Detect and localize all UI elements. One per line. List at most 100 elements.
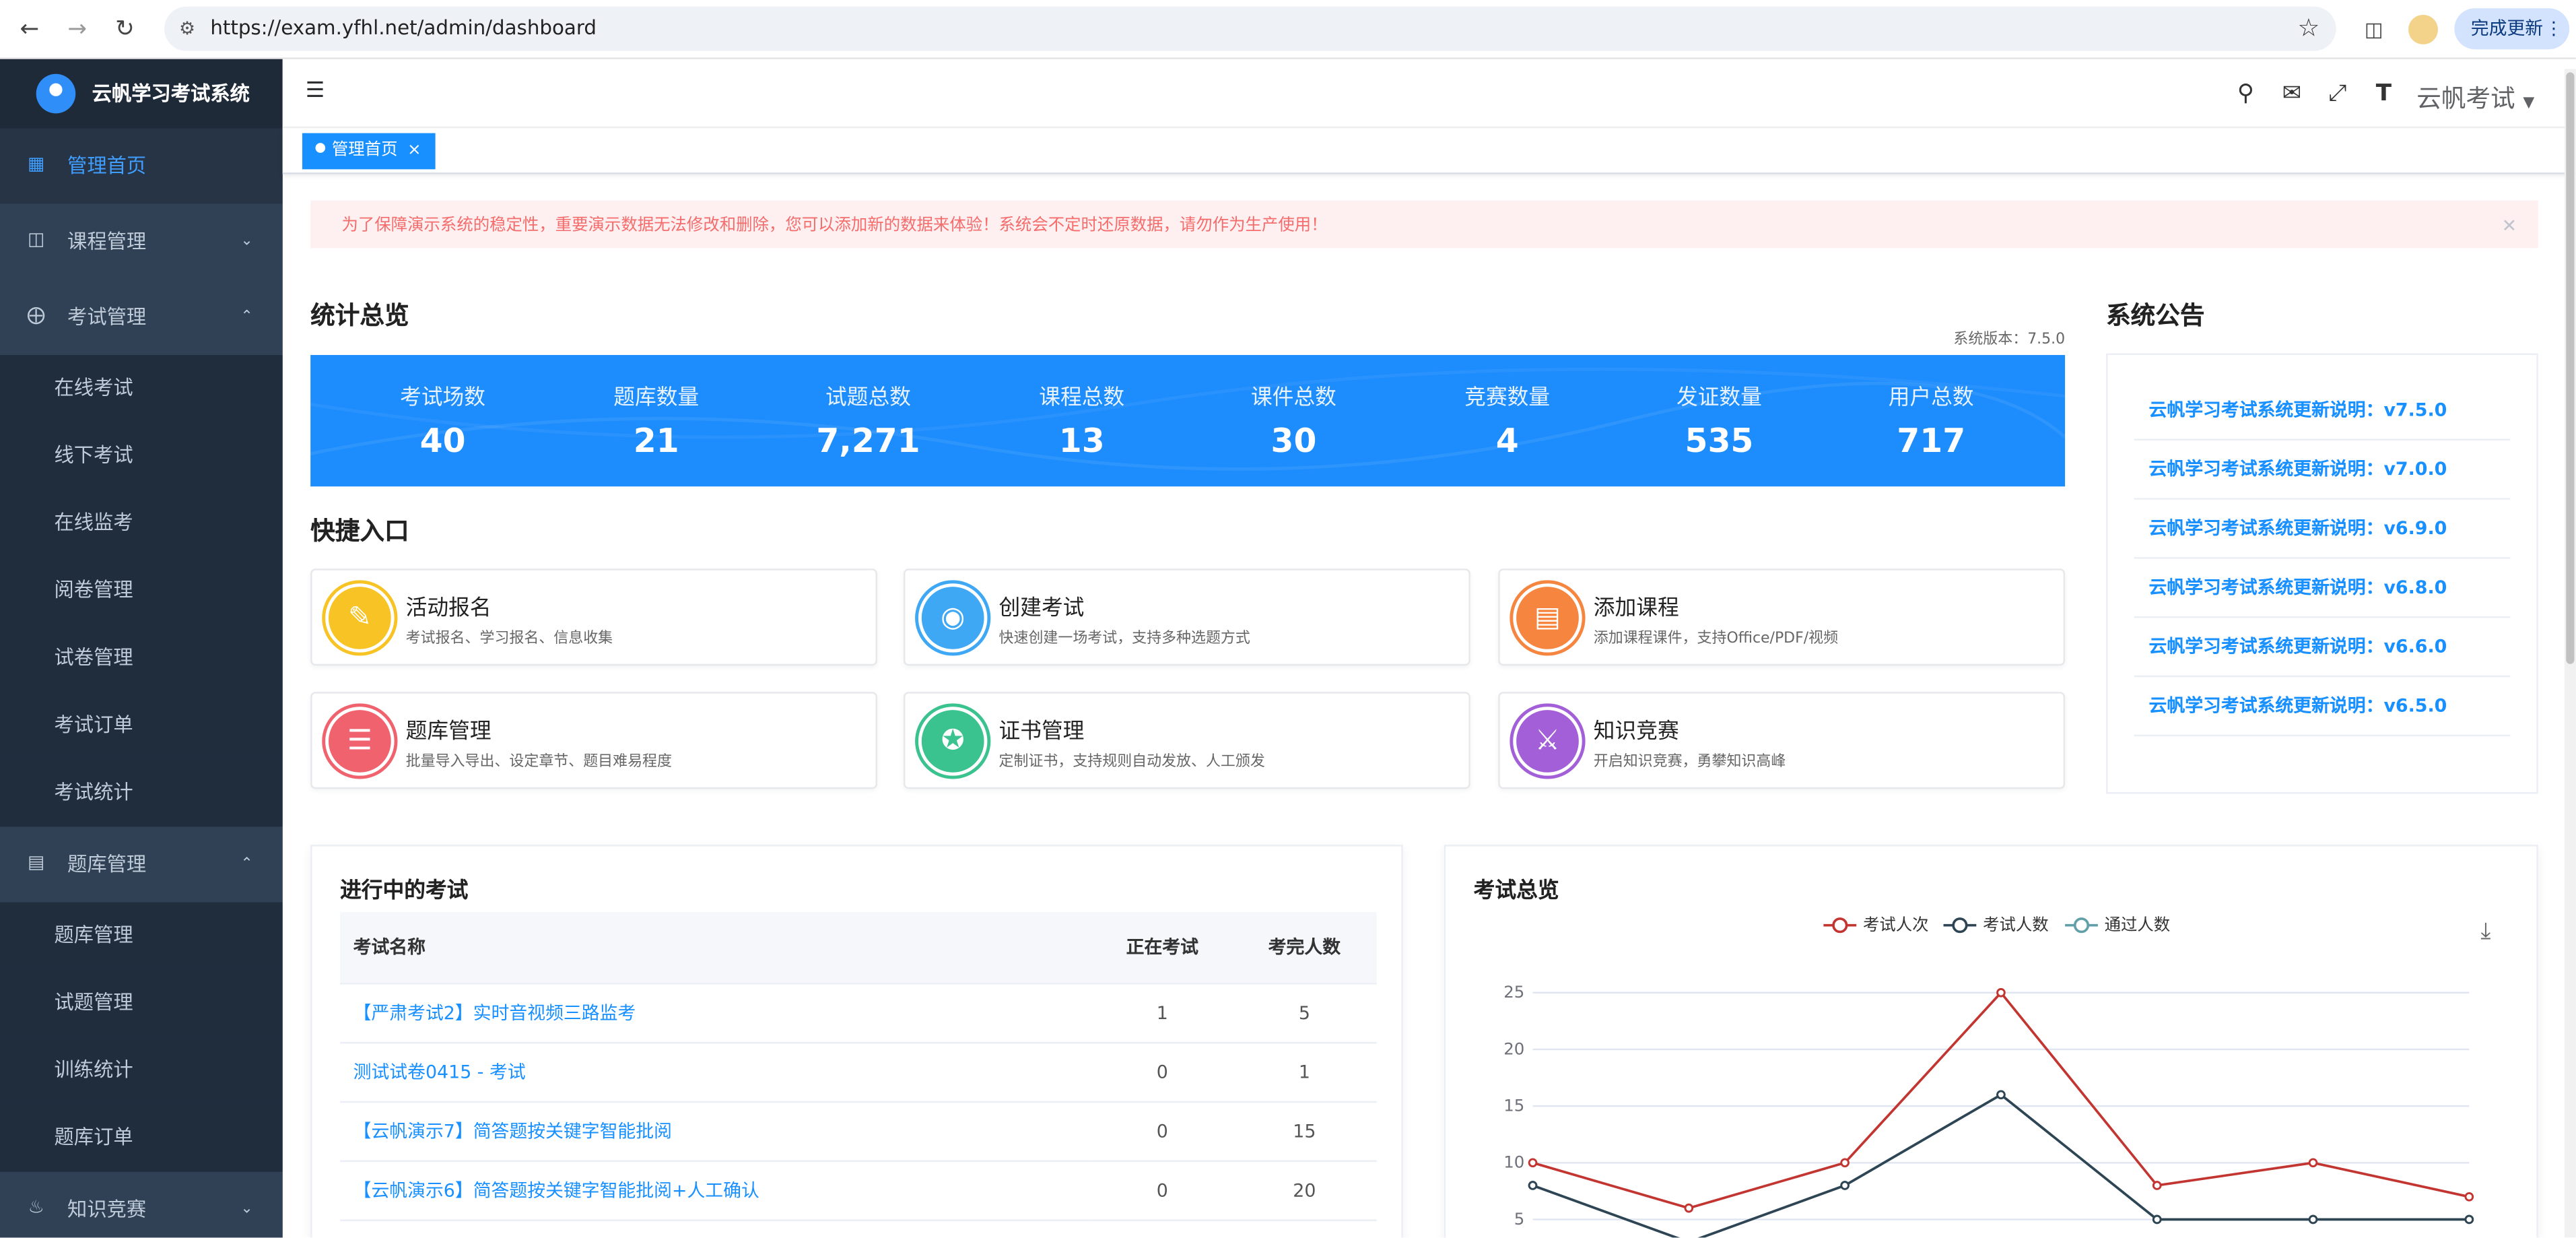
quick-card-repo[interactable]: ☰ 题库管理 批量导入导出、设定章节、题目难易程度 [310, 692, 877, 789]
exam-name-link[interactable]: 【严肃考试2】实时音视频三路监考 [340, 983, 1093, 1043]
notice-item[interactable]: 云帆学习考试系统更新说明：v6.9.0 [2134, 500, 2511, 559]
top-navbar: ☰ ⚲ ✉ ⤢ T 云帆考试 ▼ [282, 59, 2576, 129]
alert-text: 为了保障演示系统的稳定性，重要演示数据无法修改和删除，您可以添加新的数据来体验！… [341, 217, 1328, 235]
quick-card-title: 活动报名 [405, 596, 492, 622]
update-button[interactable]: 完成更新 ⋮ [2454, 8, 2570, 50]
hamburger-icon[interactable]: ☰ [306, 79, 329, 104]
stat-courseware-count[interactable]: 课件总数 30 [1184, 355, 1403, 486]
column-header: 正在考试 [1092, 912, 1232, 984]
sidebar-subitem[interactable]: 线下考试 [0, 422, 283, 490]
forward-icon[interactable]: → [61, 13, 94, 46]
ongoing-exams-title: 进行中的考试 [340, 879, 469, 904]
quick-card-add-course[interactable]: ▤ 添加课程 添加课程课件，支持Office/PDF/视频 [1498, 568, 2066, 666]
chevron-down-icon: ⌄ [240, 233, 253, 250]
sidebar-subitem[interactable]: 题库订单 [0, 1104, 283, 1172]
sidebar-subitem[interactable]: 试卷管理 [0, 624, 283, 692]
reload-icon[interactable]: ↻ [108, 13, 141, 46]
brand[interactable]: 云帆学习考试系统 [0, 59, 283, 129]
legend-marker [2073, 917, 2090, 934]
stat-repo-count[interactable]: 题库数量 21 [547, 355, 766, 486]
tags-view: 管理首页 × [282, 128, 2576, 174]
data-point [1684, 1203, 1694, 1213]
sidebar-item-label: 课程管理 [67, 230, 147, 253]
sidebar-subitem[interactable]: 试题管理 [0, 969, 283, 1037]
quick-card-desc: 快速创建一场考试，支持多种选题方式 [998, 630, 1250, 648]
close-icon[interactable]: × [407, 141, 421, 160]
sidebar-item-contest[interactable]: ♨ 知识竞赛 ⌄ [0, 1171, 283, 1238]
stat-exam-count[interactable]: 考试场数 40 [333, 355, 552, 486]
quick-card-title: 创建考试 [998, 596, 1085, 622]
sidebar-subitem[interactable]: 考试统计 [0, 759, 283, 827]
exam-overview-chart: 5 10 15 20 25 考试人次 考试人数 通过人数 [1503, 915, 2474, 1238]
sidebar-subitem-label: 考试订单 [54, 713, 133, 737]
fullscreen-icon[interactable]: ⤢ [2323, 79, 2352, 108]
edit-icon: ✎ [325, 583, 395, 653]
list-icon: ☰ [325, 707, 395, 776]
scrollbar-track[interactable] [2564, 69, 2576, 1238]
sidebar-subitem[interactable]: 在线考试 [0, 355, 283, 423]
quick-card-desc: 开启知识竞赛，勇攀知识高峰 [1593, 754, 1786, 771]
sidebar-item-dashboard[interactable]: ▦ 管理首页 [0, 128, 283, 204]
column-header: 考试名称 [340, 912, 1093, 984]
quick-card-contest[interactable]: ⚔ 知识竞赛 开启知识竞赛，勇攀知识高峰 [1498, 692, 2066, 789]
stat-value: 7,271 [816, 420, 920, 461]
site-settings-icon[interactable]: ⚙ [179, 18, 195, 40]
more-menu-icon[interactable]: ⋮ [2545, 8, 2563, 49]
sidebar-item-course[interactable]: ◫ 课程管理 ⌄ [0, 203, 283, 280]
sidebar-subitem[interactable]: 阅卷管理 [0, 557, 283, 625]
sidebar-subitem[interactable]: 在线监考 [0, 490, 283, 558]
sidebar-subitem-label: 考试统计 [54, 781, 133, 804]
notice-item[interactable]: 云帆学习考试系统更新说明：v7.5.0 [2134, 381, 2511, 441]
stat-label: 试题总数 [825, 386, 911, 411]
stat-value: 21 [633, 420, 679, 461]
bookmark-star-icon[interactable]: ☆ [2297, 13, 2319, 43]
back-icon[interactable]: ← [13, 13, 46, 46]
notice-item[interactable]: 云帆学习考试系统更新说明：v6.8.0 [2134, 559, 2511, 618]
data-point [2152, 1214, 2162, 1225]
notice-item[interactable]: 云帆学习考试系统更新说明：v6.6.0 [2134, 618, 2511, 678]
quick-card-create-exam[interactable]: ◉ 创建考试 快速创建一场考试，支持多种选题方式 [904, 568, 1470, 666]
scrollbar-thumb[interactable] [2566, 72, 2575, 664]
sidebar-item-repo[interactable]: ▤ 题库管理 ⌃ [0, 826, 283, 903]
exam-name-link[interactable]: 测试试卷0415 - 考试 [340, 1041, 1093, 1103]
data-point [1840, 1181, 1850, 1190]
quick-card-signup[interactable]: ✎ 活动报名 考试报名、学习报名、信息收集 [310, 568, 877, 666]
search-icon[interactable]: ⚲ [2231, 79, 2261, 108]
notice-item[interactable]: 云帆学习考试系统更新说明：v7.0.0 [2134, 441, 2511, 500]
tag-dot [315, 143, 326, 153]
sidebar-subitem[interactable]: 题库管理 [0, 902, 283, 970]
sidebar-subitem-label: 题库管理 [54, 923, 133, 947]
sidebar-item-label: 知识竞赛 [67, 1198, 147, 1221]
stat-contest-count[interactable]: 竞赛数量 4 [1398, 355, 1617, 486]
sidebar-item-exam[interactable]: ⨁ 考试管理 ⌃ [0, 279, 283, 356]
user-name: 云帆考试 [2416, 84, 2515, 114]
table-header-row: 考试名称 正在考试 考完人数 [340, 912, 1377, 984]
font-size-icon[interactable]: T [2369, 79, 2398, 108]
notice-item[interactable]: 云帆学习考试系统更新说明：v6.5.0 [2134, 677, 2511, 737]
quick-card-cert[interactable]: ✪ 证书管理 定制证书，支持规则自动发放、人工颁发 [904, 692, 1470, 789]
side-panel-icon[interactable]: ◫ [2357, 13, 2390, 46]
sidebar-subitem-label: 在线监考 [54, 511, 133, 534]
exam-name-link[interactable]: 【云帆演示6】简答题按关键字智能批阅+人工确认 [340, 1160, 1093, 1220]
data-point [2464, 1214, 2474, 1225]
stat-course-count[interactable]: 课程总数 13 [972, 355, 1191, 486]
sidebar-subitem[interactable]: 训练统计 [0, 1037, 283, 1105]
stat-cert-count[interactable]: 发证数量 535 [1610, 355, 1829, 486]
tag-dashboard[interactable]: 管理首页 × [302, 133, 436, 170]
address-bar[interactable]: ⚙ https://exam.yfhl.net/admin/dashboard … [164, 6, 2336, 51]
y-tick-label: 10 [1503, 1152, 1524, 1172]
stat-user-count[interactable]: 用户总数 717 [1822, 355, 2041, 486]
table-cell: 20 [1232, 1160, 1377, 1220]
close-icon[interactable]: ✕ [2502, 201, 2517, 252]
profile-avatar[interactable] [2408, 14, 2438, 44]
sidebar-subitem[interactable]: 考试订单 [0, 692, 283, 760]
location-pin-icon: ◉ [918, 583, 988, 653]
data-point [2152, 1181, 2162, 1190]
stat-question-count[interactable]: 试题总数 7,271 [759, 355, 978, 486]
message-icon[interactable]: ✉ [2277, 79, 2307, 108]
download-icon[interactable]: ⤓ [2480, 919, 2490, 945]
medal-icon: ✪ [918, 707, 988, 776]
stat-label: 考试场数 [400, 386, 486, 411]
exam-name-link[interactable]: 【云帆演示7】简答题按关键字智能批阅 [340, 1101, 1093, 1161]
series-line [1532, 990, 2470, 1210]
